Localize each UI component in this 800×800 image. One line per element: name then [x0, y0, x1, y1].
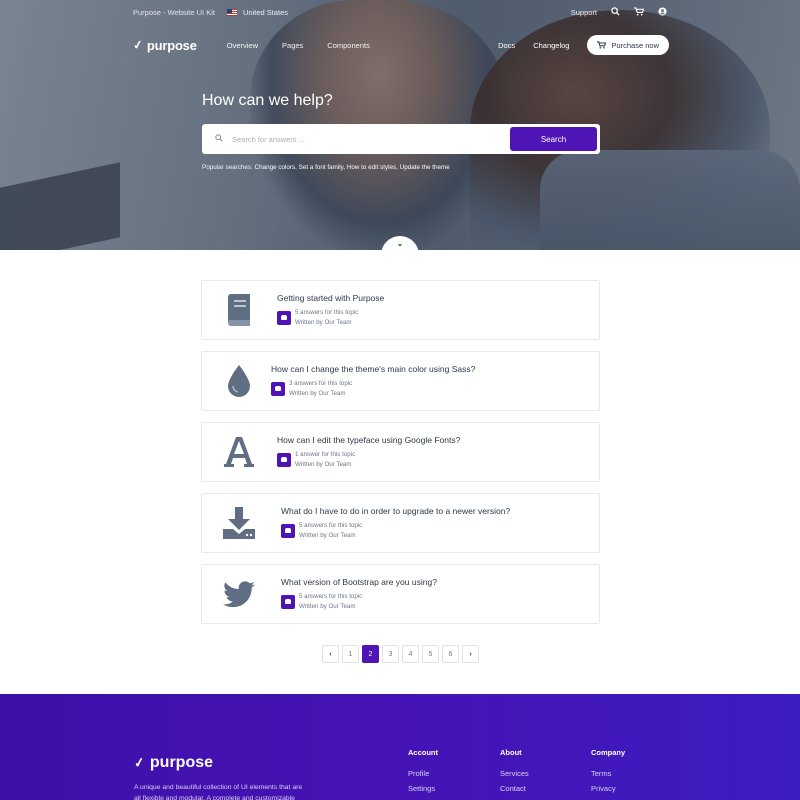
twitter-icon — [219, 580, 259, 608]
topics-list: Getting started with Purpose 5 answers f… — [201, 280, 600, 635]
nav-changelog[interactable]: Changelog — [533, 41, 569, 50]
topic-author: Written by Our Team — [295, 318, 352, 326]
page-5-button[interactable]: 5 — [422, 645, 439, 663]
search-icon — [214, 134, 224, 144]
chevron-down-icon: ⌄ — [396, 239, 404, 248]
popular-link-edit-styles[interactable]: How to edit styles — [347, 164, 396, 171]
popular-label: Popular searches: — [202, 164, 253, 171]
page-6-button[interactable]: 6 — [442, 645, 459, 663]
support-link[interactable]: Support — [571, 8, 597, 17]
logo-mark-icon: ✓ — [131, 37, 145, 53]
topic-title[interactable]: How can I edit the typeface using Google… — [277, 435, 460, 445]
search-icon[interactable] — [611, 7, 620, 18]
user-icon[interactable] — [658, 7, 667, 18]
top-bar: Purpose - Website UI Kit United States S… — [133, 0, 667, 25]
footer-heading: Account — [408, 748, 438, 757]
help-search-bar: Search — [202, 124, 600, 154]
topic-answers: 5 answers for this topic — [299, 521, 363, 529]
topic-card[interactable]: What do I have to do in order to upgrade… — [201, 493, 600, 553]
nav-docs[interactable]: Docs — [498, 41, 515, 50]
footer-link-privacy[interactable]: Privacy — [591, 784, 625, 793]
footer-link-contact[interactable]: Contact — [500, 784, 529, 793]
footer-link-profile[interactable]: Profile — [408, 769, 438, 778]
nav-components[interactable]: Components — [327, 41, 370, 50]
nav-links: Overview Pages Components — [227, 41, 370, 50]
page-prev-button[interactable]: ‹ — [322, 645, 339, 663]
popular-link-update-theme[interactable]: Update the theme — [400, 164, 450, 171]
download-icon — [219, 507, 259, 539]
book-icon — [219, 294, 259, 326]
cart-icon[interactable] — [634, 7, 645, 18]
footer-description: A unique and beautiful collection of UI … — [134, 784, 303, 800]
topic-card[interactable]: What version of Bootstrap are you using?… — [201, 564, 600, 624]
topic-title[interactable]: What do I have to do in order to upgrade… — [281, 506, 510, 516]
page-2-button[interactable]: 2 — [362, 645, 379, 663]
topic-title[interactable]: What version of Bootstrap are you using? — [281, 577, 437, 587]
country-selector[interactable]: United States — [243, 8, 288, 17]
popular-link-font-family[interactable]: Set a font family — [299, 164, 344, 171]
page-4-button[interactable]: 4 — [402, 645, 419, 663]
footer-brand-name: purpose — [149, 754, 214, 771]
topic-author: Written by Our Team — [289, 389, 346, 397]
footer-column-about: About Services Contact — [500, 748, 529, 799]
topic-answers: 1 answer for this topic — [295, 450, 356, 458]
team-badge-icon — [281, 523, 295, 538]
font-icon — [219, 437, 259, 467]
search-button[interactable]: Search — [510, 127, 597, 151]
hero-title: How can we help? — [202, 92, 333, 109]
purchase-label: Purchase now — [611, 40, 659, 50]
kit-label[interactable]: Purpose - Website UI Kit — [133, 8, 215, 17]
us-flag-icon — [226, 9, 237, 16]
cart-icon — [597, 41, 607, 49]
page-next-button[interactable]: › — [462, 645, 479, 663]
footer-link-terms[interactable]: Terms — [591, 769, 625, 778]
nav-overview[interactable]: Overview — [227, 41, 258, 50]
brand-logo[interactable]: ✓ purpose — [131, 37, 197, 53]
footer-link-settings[interactable]: Settings — [408, 784, 438, 793]
topic-answers: 5 answers for this topic — [299, 592, 363, 600]
footer-link-services[interactable]: Services — [500, 769, 529, 778]
topic-author: Written by Our Team — [299, 531, 356, 539]
topic-card[interactable]: How can I edit the typeface using Google… — [201, 422, 600, 482]
main-navbar: ✓ purpose Overview Pages Components Docs… — [131, 34, 669, 56]
topic-title[interactable]: Getting started with Purpose — [277, 293, 384, 303]
footer-column-account: Account Profile Settings — [408, 748, 438, 799]
topic-card[interactable]: Getting started with Purpose 5 answers f… — [201, 280, 600, 340]
topic-answers: 5 answers for this topic — [295, 308, 359, 316]
topic-card[interactable]: How can I change the theme's main color … — [201, 351, 600, 411]
hero-section: Purpose - Website UI Kit United States S… — [0, 0, 800, 250]
team-badge-icon — [281, 594, 295, 609]
footer-column-company: Company Terms Privacy — [591, 748, 625, 799]
footer: ✓ purpose A unique and beautiful collect… — [0, 694, 800, 800]
team-badge-icon — [271, 381, 285, 396]
pagination: ‹ 1 2 3 4 5 6 › — [322, 645, 479, 663]
popular-link-change-colors[interactable]: Change colors — [255, 164, 296, 171]
topic-title[interactable]: How can I change the theme's main color … — [271, 364, 475, 374]
search-input[interactable] — [232, 134, 510, 144]
drop-icon — [219, 365, 259, 397]
team-badge-icon — [277, 452, 291, 467]
page-1-button[interactable]: 1 — [342, 645, 359, 663]
topic-author: Written by Our Team — [299, 602, 356, 610]
popular-searches: Popular searches: Change colors, Set a f… — [202, 164, 450, 171]
footer-heading: Company — [591, 748, 626, 757]
footer-brand-logo[interactable]: ✓ purpose — [132, 754, 214, 772]
nav-pages[interactable]: Pages — [282, 41, 303, 50]
topic-author: Written by Our Team — [295, 460, 352, 468]
purchase-button[interactable]: Purchase now — [587, 35, 669, 55]
footer-heading: About — [500, 748, 522, 757]
page-3-button[interactable]: 3 — [382, 645, 399, 663]
team-badge-icon — [277, 310, 291, 325]
brand-name: purpose — [146, 37, 197, 53]
topic-answers: 3 answers for this topic — [289, 379, 353, 387]
logo-mark-icon: ✓ — [132, 754, 147, 771]
